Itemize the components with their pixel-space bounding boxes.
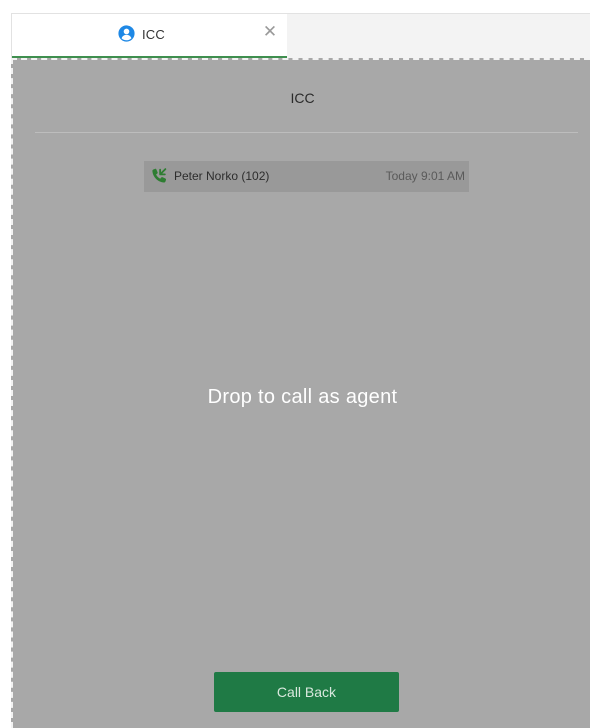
divider <box>35 132 578 133</box>
call-back-button[interactable]: Call Back <box>214 672 399 712</box>
tab-label: ICC <box>142 27 165 42</box>
app-window: ICC ✕ ICC Peter Norko (102) Today 9:01 A… <box>0 0 590 728</box>
drop-message: Drop to call as agent <box>207 386 398 408</box>
close-icon[interactable]: ✕ <box>261 23 279 41</box>
drop-zone-overlay[interactable]: ICC Peter Norko (102) Today 9:01 AM Drop… <box>11 58 590 728</box>
call-history-item[interactable]: Peter Norko (102) Today 9:01 AM <box>144 161 469 192</box>
tab-strip: ICC ✕ <box>11 13 590 59</box>
panel-title: ICC <box>290 90 315 106</box>
incoming-call-icon <box>152 168 167 183</box>
tab-icc[interactable]: ICC ✕ <box>12 14 287 59</box>
user-circle-icon <box>118 25 135 42</box>
caller-name: Peter Norko (102) <box>174 169 270 183</box>
call-time: Today 9:01 AM <box>385 169 465 183</box>
